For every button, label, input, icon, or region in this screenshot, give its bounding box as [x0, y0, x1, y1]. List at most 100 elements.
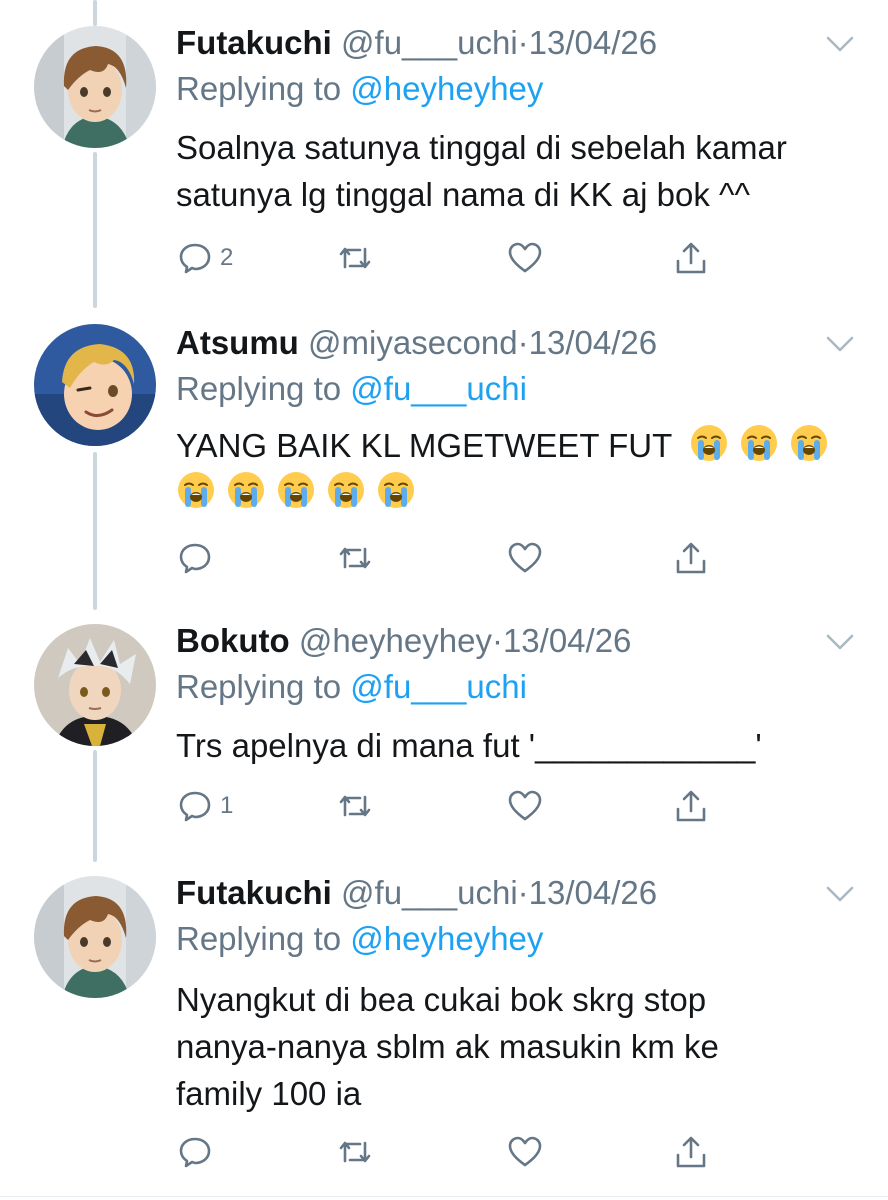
tweet[interactable]: Futakuchi @fu___uchi·13/04/26 Replying t… [0, 22, 888, 292]
separator-dot: · [517, 324, 529, 361]
action-bar: 2 [176, 236, 736, 280]
separator-dot: · [517, 874, 529, 911]
tweet-header: Futakuchi @fu___uchi·13/04/26 [176, 872, 657, 914]
reply-icon [179, 1137, 211, 1168]
replying-to: Replying to @fu___uchi [176, 666, 527, 708]
separator-dot: · [491, 622, 503, 659]
share-icon [676, 790, 706, 822]
reply-icon [179, 543, 211, 574]
replying-label: Replying to [176, 370, 342, 407]
tweet-text-line: Nyangkut di bea cukai bok skrg stop [176, 981, 707, 1018]
replying-to: Replying to @heyheyhey [176, 68, 543, 110]
bokuto-avatar [34, 624, 156, 746]
tweet-header: Bokuto @heyheyhey·13/04/26 [176, 620, 631, 662]
like-button[interactable] [506, 236, 544, 280]
chevron-down-icon[interactable] [824, 330, 856, 358]
action-bar [176, 1130, 736, 1174]
loudly-crying-face-icon [740, 425, 777, 461]
retweet-button[interactable] [336, 236, 374, 280]
loudly-crying-face-icon [690, 425, 727, 461]
retweet-icon [339, 795, 371, 817]
like-button[interactable] [506, 1130, 544, 1174]
retweet-button[interactable] [336, 1130, 374, 1174]
tweet-text: Soalnya satunya tinggal di sebelah kamar… [176, 124, 866, 218]
replying-label: Replying to [176, 920, 342, 957]
tweet[interactable]: Atsumu @miyasecond·13/04/26 Replying to … [0, 322, 888, 592]
tweet[interactable]: Bokuto @heyheyhey·13/04/26 Replying to @… [0, 620, 888, 850]
display-name[interactable]: Futakuchi [176, 24, 332, 61]
avatar[interactable] [34, 324, 156, 446]
reply-button[interactable]: 2 [176, 236, 233, 280]
tweet[interactable]: Futakuchi @fu___uchi·13/04/26 Replying t… [0, 872, 888, 1182]
chevron-down-icon[interactable] [824, 628, 856, 656]
replying-to: Replying to @heyheyhey [176, 918, 543, 960]
separator-dot: · [517, 24, 529, 61]
loudly-crying-face-icon [328, 472, 364, 508]
reply-icon [179, 791, 211, 822]
avatar[interactable] [34, 26, 156, 148]
mention-link[interactable]: @heyheyhey [350, 70, 543, 107]
tweet-text-line: Soalnya satunya tinggal di sebelah kamar [176, 129, 787, 166]
heart-icon [508, 1136, 542, 1167]
retweet-button[interactable] [336, 784, 374, 828]
user-handle[interactable]: @fu___uchi [341, 874, 518, 911]
tweet-date[interactable]: 13/04/26 [529, 24, 657, 61]
avatar[interactable] [34, 624, 156, 746]
tweet-date[interactable]: 13/04/26 [503, 622, 631, 659]
tweet-date[interactable]: 13/04/26 [529, 874, 657, 911]
tweet-text: Trs apelnya di mana fut '____________' [176, 722, 866, 769]
mention-link[interactable]: @fu___uchi [350, 370, 527, 407]
tweet-text-line-1: YANG BAIK KL MGETWEET FUT [176, 422, 866, 469]
tweet-date[interactable]: 13/04/26 [529, 324, 657, 361]
divider [0, 1196, 888, 1197]
action-bar: 1 [176, 784, 736, 828]
replying-to: Replying to @fu___uchi [176, 368, 527, 410]
mention-link[interactable]: @fu___uchi [350, 668, 527, 705]
reply-count: 1 [220, 792, 234, 819]
share-button[interactable] [672, 784, 710, 828]
chevron-down-icon[interactable] [824, 880, 856, 908]
share-icon [676, 1136, 706, 1168]
retweet-icon [339, 547, 371, 569]
retweet-icon [339, 247, 371, 269]
tweet-text-line: YANG BAIK KL MGETWEET FUT [176, 427, 672, 464]
share-button[interactable] [672, 1130, 710, 1174]
loudly-crying-face-icon [378, 472, 414, 508]
retweet-button[interactable] [336, 536, 374, 580]
share-icon [676, 242, 706, 274]
user-handle[interactable]: @miyasecond [308, 324, 518, 361]
reply-button[interactable] [176, 536, 220, 580]
replying-label: Replying to [176, 70, 342, 107]
user-handle[interactable]: @fu___uchi [341, 24, 518, 61]
reply-button[interactable] [176, 1130, 220, 1174]
futakuchi-avatar [34, 876, 156, 998]
reply-count: 2 [220, 244, 234, 271]
heart-icon [508, 790, 542, 821]
loudly-crying-face-icon [178, 472, 214, 508]
avatar[interactable] [34, 876, 156, 998]
display-name[interactable]: Atsumu [176, 324, 299, 361]
display-name[interactable]: Bokuto [176, 622, 290, 659]
loudly-crying-face-icon [278, 472, 314, 508]
retweet-icon [339, 1141, 371, 1163]
user-handle[interactable]: @heyheyhey [299, 622, 492, 659]
reply-button[interactable]: 1 [176, 784, 233, 828]
share-button[interactable] [672, 236, 710, 280]
action-bar [176, 536, 736, 580]
share-button[interactable] [672, 536, 710, 580]
loudly-crying-face-icon [790, 425, 827, 461]
loudly-crying-face-icon [228, 472, 264, 508]
futakuchi-avatar [34, 26, 156, 148]
tweet-header: Atsumu @miyasecond·13/04/26 [176, 322, 657, 364]
like-button[interactable] [506, 536, 544, 580]
display-name[interactable]: Futakuchi [176, 874, 332, 911]
mention-link[interactable]: @heyheyhey [350, 920, 543, 957]
tweet-text: YANG BAIK KL MGETWEET FUT [176, 422, 866, 516]
tweet-text-line: satunya lg tinggal nama di KK aj bok ^^ [176, 176, 750, 213]
atsumu-avatar [34, 324, 156, 446]
like-button[interactable] [506, 784, 544, 828]
tweet-text-line: family 100 ia [176, 1075, 362, 1112]
heart-icon [508, 542, 542, 573]
chevron-down-icon[interactable] [824, 30, 856, 58]
reply-icon [179, 243, 211, 274]
